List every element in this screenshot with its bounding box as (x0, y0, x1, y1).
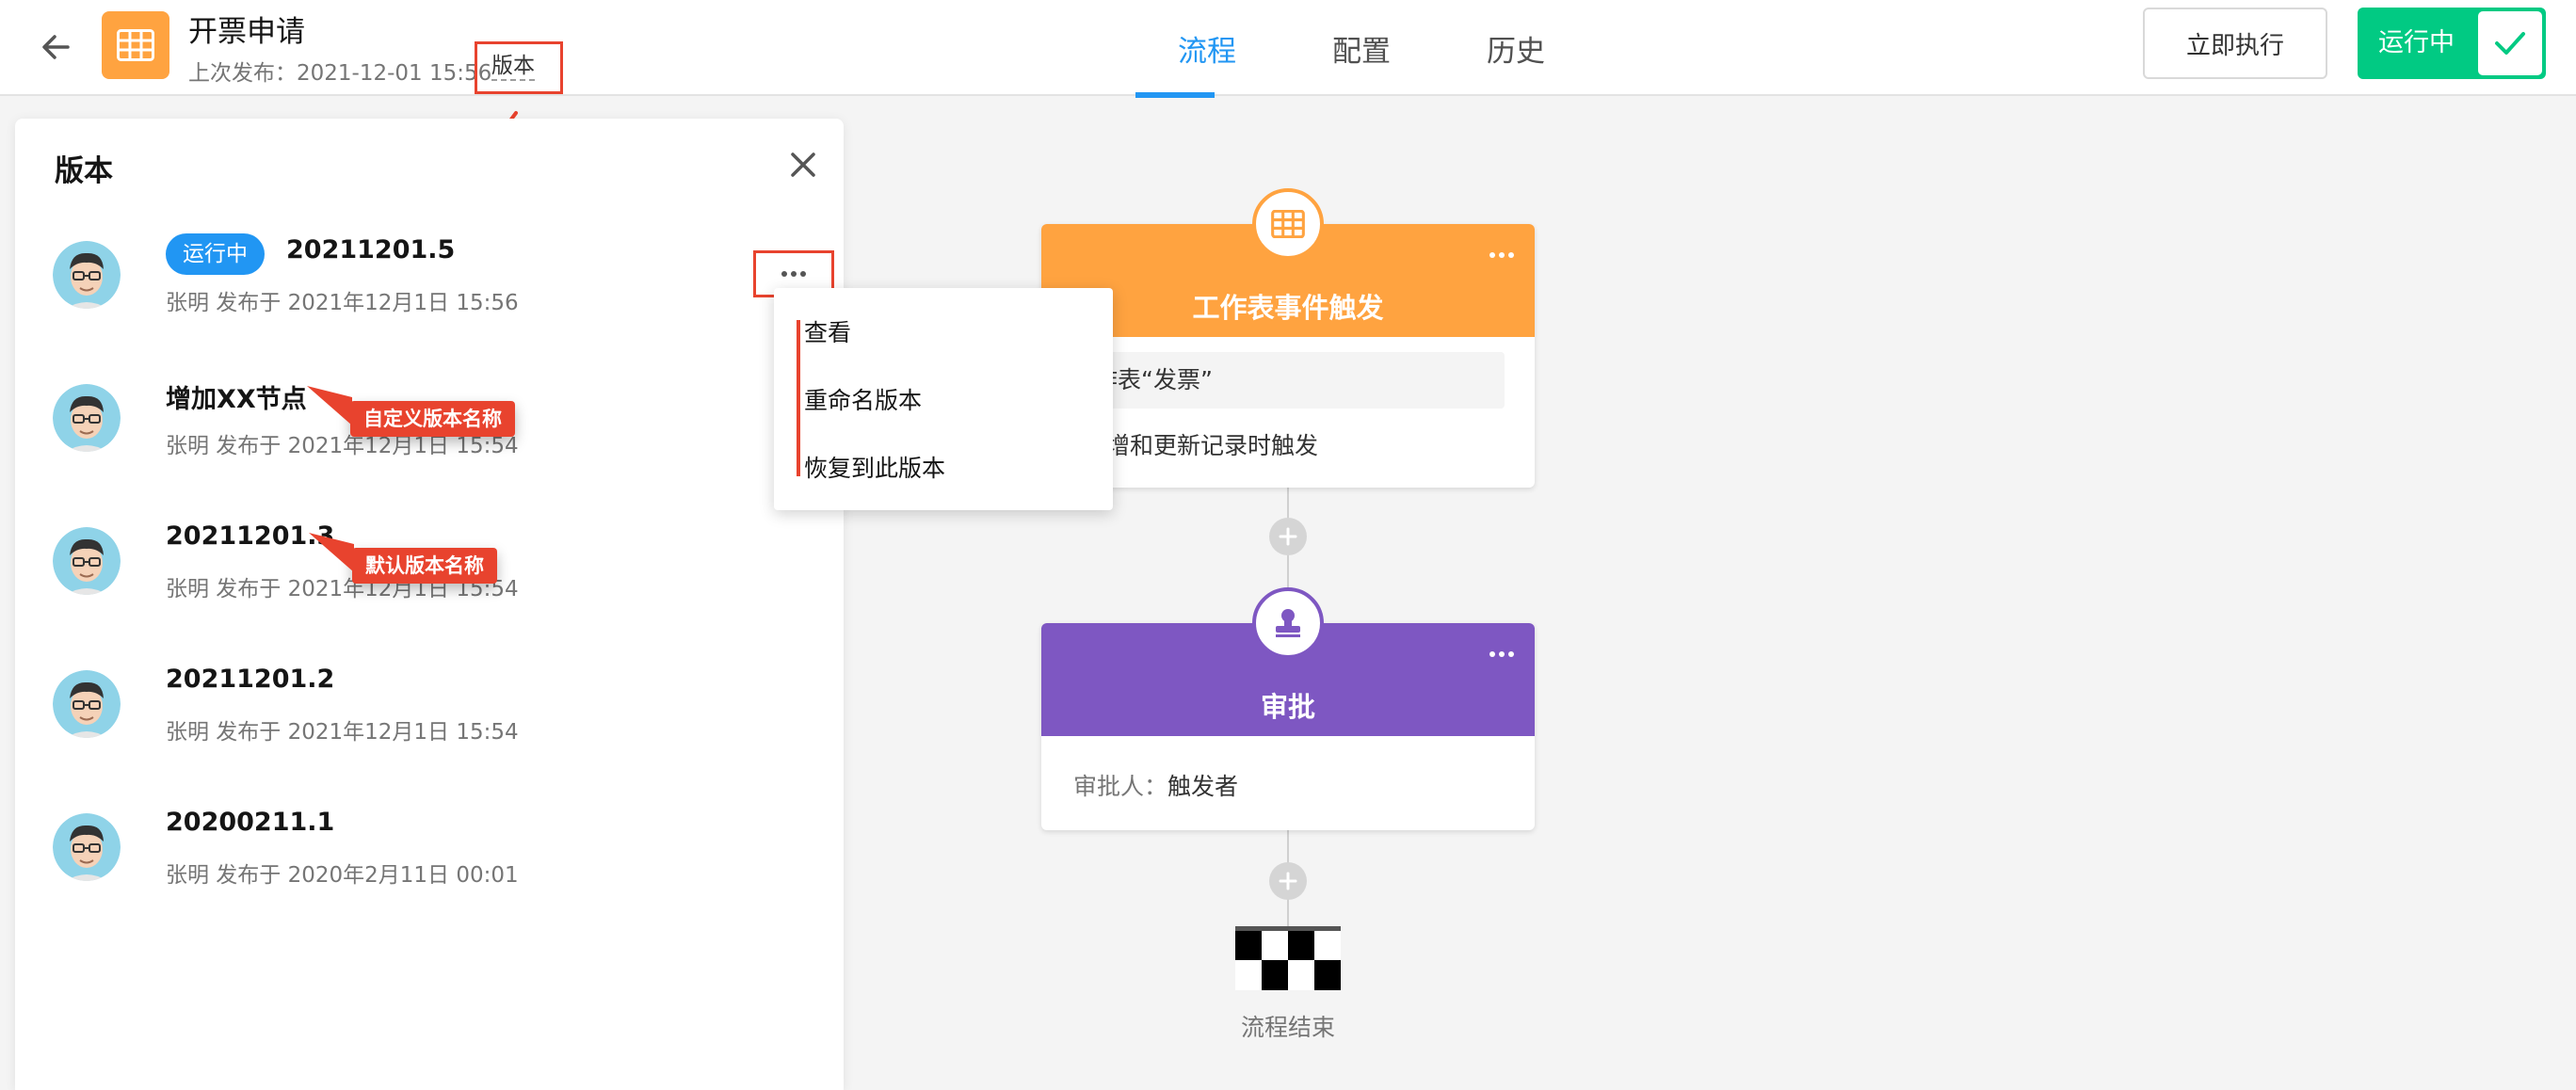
trigger-event-text: 新增和更新记录时触发 (1083, 432, 1319, 459)
check-icon (2478, 11, 2542, 75)
version-item[interactable]: 20211201.2 张明 发布于 2021年12月1日 15:54 (53, 665, 806, 783)
tab-config[interactable]: 配置 (1284, 0, 1439, 96)
version-meta: 张明 发布于 2021年12月1日 15:56 (166, 291, 519, 315)
version-meta: 张明 发布于 2020年2月11日 00:01 (166, 863, 519, 888)
version-item[interactable]: 20200211.1 张明 发布于 2020年2月11日 00:01 (53, 808, 806, 926)
more-dots-icon (781, 271, 806, 277)
close-icon[interactable] (785, 147, 821, 183)
tab-flow[interactable]: 流程 (1130, 0, 1284, 98)
version-name: 增加XX节点 (166, 385, 307, 414)
version-item[interactable]: 20211201.3 张明 发布于 2021年12月1日 15:54 (53, 521, 806, 640)
avatar (53, 527, 121, 595)
version-name: 20200211.1 (166, 808, 335, 837)
running-badge: 运行中 (166, 233, 265, 275)
table-app-icon (102, 11, 169, 79)
avatar (53, 670, 121, 738)
approval-stamp-icon (1252, 587, 1324, 659)
menu-item-view[interactable]: 查看 (804, 314, 851, 348)
last-published-label: 上次发布： (188, 61, 297, 86)
add-node-plus-icon[interactable] (1269, 862, 1307, 900)
approver-row: 审批人：触发者 (1073, 768, 1238, 802)
trigger-node-icon (1252, 188, 1324, 260)
page-title: 开票申请 (188, 15, 305, 49)
tab-history[interactable]: 历史 (1439, 0, 1593, 96)
approver-value: 触发者 (1167, 773, 1239, 800)
annotation-custom-version-name: 自定义版本名称 (350, 401, 515, 437)
menu-item-restore-version[interactable]: 恢复到此版本 (804, 450, 945, 484)
back-arrow-icon[interactable] (36, 26, 77, 68)
trigger-more-icon[interactable] (1488, 250, 1516, 260)
tab-bar: 流程 配置 历史 (1130, 0, 1593, 98)
annotation-menu-highlight (797, 320, 800, 476)
last-published-time: 2021-12-01 15:56 (297, 61, 492, 86)
running-status-label: 运行中 (2378, 28, 2455, 57)
avatar (53, 813, 121, 881)
flow-end-label: 流程结束 (1240, 1014, 1335, 1041)
last-published-info: 上次发布：2021-12-01 15:56 (188, 55, 491, 87)
version-item[interactable]: 运行中 20211201.5 张明 发布于 2021年12月1日 15:56 (53, 233, 806, 354)
approval-more-icon[interactable] (1488, 649, 1516, 659)
avatar (53, 241, 121, 309)
version-context-menu: 查看 重命名版本 恢复到此版本 (774, 288, 1113, 510)
checkered-flag-icon (1235, 926, 1341, 990)
run-now-button[interactable]: 立即执行 (2143, 8, 2327, 79)
annotation-default-version-name: 默认版本名称 (352, 548, 497, 584)
add-node-plus-icon[interactable] (1269, 518, 1307, 555)
avatar (53, 384, 121, 452)
top-bar: 开票申请 上次发布：2021-12-01 15:56 版本 流程 配置 历史 立… (0, 0, 2576, 98)
approver-label: 审批人： (1073, 773, 1168, 800)
version-name: 20211201.2 (166, 665, 335, 694)
annotation-box-version-link (475, 41, 563, 94)
version-name: 20211201.5 (286, 235, 456, 264)
running-status-toggle[interactable]: 运行中 (2358, 8, 2546, 79)
menu-item-rename-version[interactable]: 重命名版本 (804, 382, 922, 416)
trigger-node-title: 工作表事件触发 (1192, 292, 1384, 324)
version-meta: 张明 发布于 2021年12月1日 15:54 (166, 720, 519, 745)
version-panel: 版本 运行中 20211201.5 张明 发布于 2021年12月1日 15:5… (15, 119, 844, 1090)
trigger-node-card[interactable]: 工作表事件触发 作表“发票” 新增和更新记录时触发 (1041, 224, 1535, 488)
version-panel-title: 版本 (55, 154, 113, 188)
approval-node-title: 审批 (1260, 691, 1315, 723)
